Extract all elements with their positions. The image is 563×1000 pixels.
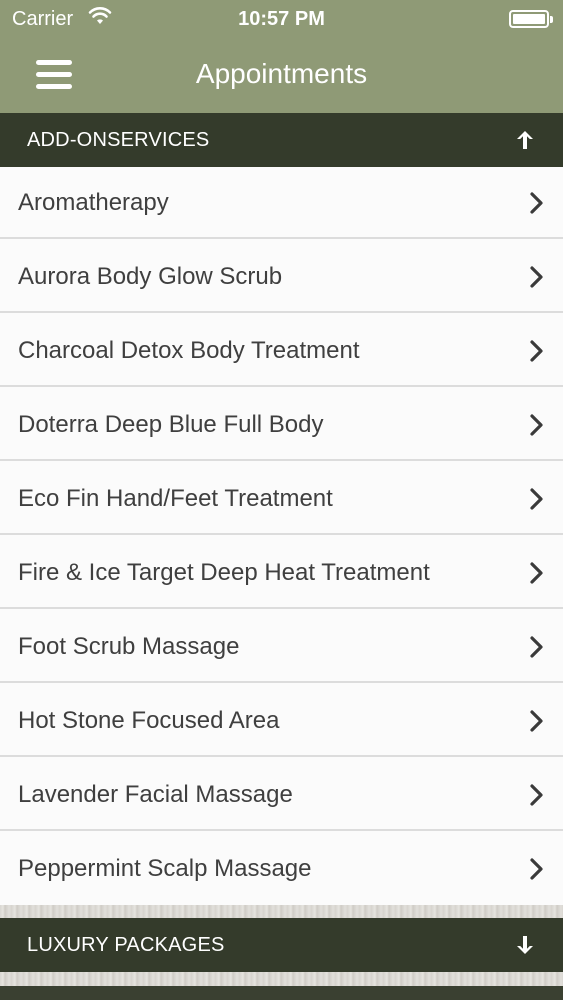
arrow-down-icon [517,936,533,954]
chevron-right-icon [530,636,543,658]
chevron-right-icon [530,266,543,288]
list-item-lavender-facial-massage[interactable]: Lavender Facial Massage [0,759,563,831]
page-title: Appointments [195,58,368,89]
next-section-header-edge [0,986,563,1000]
section-header-label: ADD-ONSERVICES [27,129,210,151]
chevron-right-icon [530,858,543,880]
chevron-right-icon [530,340,543,362]
chevron-right-icon [530,562,543,584]
chevron-right-icon [530,710,543,732]
list-item-label: Aurora Body Glow Scrub [18,263,283,290]
chevron-right-icon [530,192,543,214]
chevron-right-icon [530,784,543,806]
chevron-right-icon [530,414,543,436]
battery-icon [509,10,553,28]
arrow-up-icon [517,131,533,149]
list-item-charcoal-detox-body-treatment[interactable]: Charcoal Detox Body Treatment [0,315,563,387]
list-item-label: Doterra Deep Blue Full Body [18,411,324,438]
list-item-label: Charcoal Detox Body Treatment [18,337,360,364]
navigation-bar: Carrier 10:57 PM Appointments [0,0,563,113]
list-item-aromatherapy[interactable]: Aromatherapy [0,167,563,239]
list-item-eco-fin-hand-feet-treatment[interactable]: Eco Fin Hand/Feet Treatment [0,463,563,535]
list-item-aurora-body-glow-scrub[interactable]: Aurora Body Glow Scrub [0,241,563,313]
section-header-add-on-services[interactable]: ADD-ONSERVICES [0,113,563,167]
list-item-label: Peppermint Scalp Massage [18,855,312,882]
list-item-foot-scrub-massage[interactable]: Foot Scrub Massage [0,611,563,683]
section-header-label: LUXURY PACKAGES [27,934,225,956]
chevron-right-icon [530,488,543,510]
list-item-label: Aromatherapy [18,189,169,216]
list-item-label: Fire & Ice Target Deep Heat Treatment [18,559,430,586]
list-item-doterra-deep-blue-full-body[interactable]: Doterra Deep Blue Full Body [0,389,563,461]
add-on-services-list: Aromatherapy Aurora Body Glow Scrub Char… [0,167,563,905]
section-header-luxury-packages[interactable]: LUXURY PACKAGES [0,918,563,972]
list-item-label: Foot Scrub Massage [18,633,240,660]
status-time: 10:57 PM [238,8,325,30]
list-item-fire-and-ice-target-deep-heat-treatment[interactable]: Fire & Ice Target Deep Heat Treatment [0,537,563,609]
status-bar: Carrier 10:57 PM [0,0,563,38]
list-item-peppermint-scalp-massage[interactable]: Peppermint Scalp Massage [0,833,563,905]
list-item-label: Lavender Facial Massage [18,781,293,808]
list-item-label: Eco Fin Hand/Feet Treatment [18,485,333,512]
list-item-label: Hot Stone Focused Area [18,707,280,734]
list-item-hot-stone-focused-area[interactable]: Hot Stone Focused Area [0,685,563,757]
